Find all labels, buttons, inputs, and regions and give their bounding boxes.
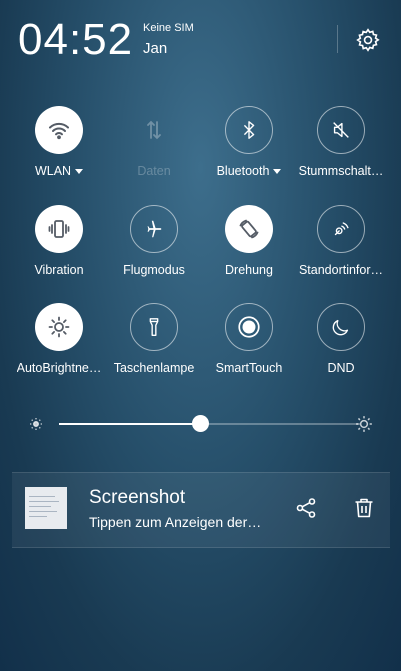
toggle-label: Stummschalt…: [298, 164, 384, 178]
toggle-label: Flugmodus: [123, 263, 185, 277]
gear-icon: [356, 28, 380, 52]
slider-thumb[interactable]: [191, 415, 209, 432]
share-icon: [296, 498, 316, 518]
brightness-slider[interactable]: [0, 410, 401, 438]
wifi-icon: [49, 122, 69, 140]
brightness-low-icon: [27, 415, 45, 433]
toggle-wlan[interactable]: WLAN: [12, 106, 106, 196]
smarttouch-icon: [238, 316, 260, 338]
location-icon: [334, 222, 349, 236]
brightness-icon: [48, 316, 70, 338]
dropdown-caret-icon[interactable]: [273, 168, 282, 174]
airplane-icon: [147, 220, 162, 238]
toggle-label: Drehung: [225, 263, 273, 277]
moon-icon: [332, 319, 349, 336]
share-button[interactable]: [292, 494, 320, 522]
header-divider: [337, 25, 338, 53]
notification-title: Screenshot: [89, 487, 186, 508]
trash-icon: [355, 498, 373, 518]
toggle-stummschaltung[interactable]: Stummschalt…: [294, 106, 388, 196]
date-month: Jan: [143, 40, 168, 57]
bluetooth-icon: [243, 121, 255, 139]
toggle-label: Bluetooth: [216, 164, 270, 178]
toggle-label: SmartTouch: [215, 361, 283, 375]
mute-icon: [333, 122, 349, 138]
delete-button[interactable]: [350, 494, 378, 522]
toggle-taschenlampe[interactable]: Taschenlampe: [107, 303, 201, 393]
toggle-standortinformationen[interactable]: Standortinfor…: [294, 205, 388, 295]
slider-fill: [59, 423, 201, 425]
toggle-flugmodus[interactable]: Flugmodus: [107, 205, 201, 295]
mobile-data-icon: [147, 120, 161, 140]
toggle-autobrightness[interactable]: AutoBrightne…: [12, 303, 106, 393]
toggle-label: AutoBrightne…: [16, 361, 102, 375]
flashlight-icon: [149, 318, 159, 336]
screenshot-notification[interactable]: Screenshot Tippen zum Anzeigen der…: [12, 472, 390, 548]
toggle-label: DND: [327, 361, 355, 375]
sim-status: Keine SIM: [143, 22, 194, 34]
toggle-label: Daten: [137, 164, 171, 178]
brightness-high-icon: [355, 415, 373, 433]
clock-time: 04:52: [18, 15, 134, 64]
dropdown-caret-icon[interactable]: [75, 168, 84, 174]
notification-subtitle: Tippen zum Anzeigen der…: [89, 514, 262, 530]
toggle-smarttouch[interactable]: SmartTouch: [202, 303, 296, 393]
toggle-label: Vibration: [34, 263, 84, 277]
screenshot-thumbnail: [25, 487, 67, 529]
toggle-drehung[interactable]: Drehung: [202, 205, 296, 295]
status-bar: 04:52 Keine SIM Jan: [0, 0, 401, 80]
toggle-dnd[interactable]: DND: [294, 303, 388, 393]
toggle-label: Standortinfor…: [298, 263, 384, 277]
vibration-icon: [48, 220, 70, 238]
toggle-bluetooth[interactable]: Bluetooth: [202, 106, 296, 196]
toggle-vibration[interactable]: Vibration: [12, 205, 106, 295]
rotation-icon: [239, 219, 259, 239]
toggle-label: WLAN: [34, 164, 72, 178]
toggle-daten[interactable]: Daten: [107, 106, 201, 196]
toggle-label: Taschenlampe: [113, 361, 195, 375]
settings-button[interactable]: [352, 24, 384, 56]
